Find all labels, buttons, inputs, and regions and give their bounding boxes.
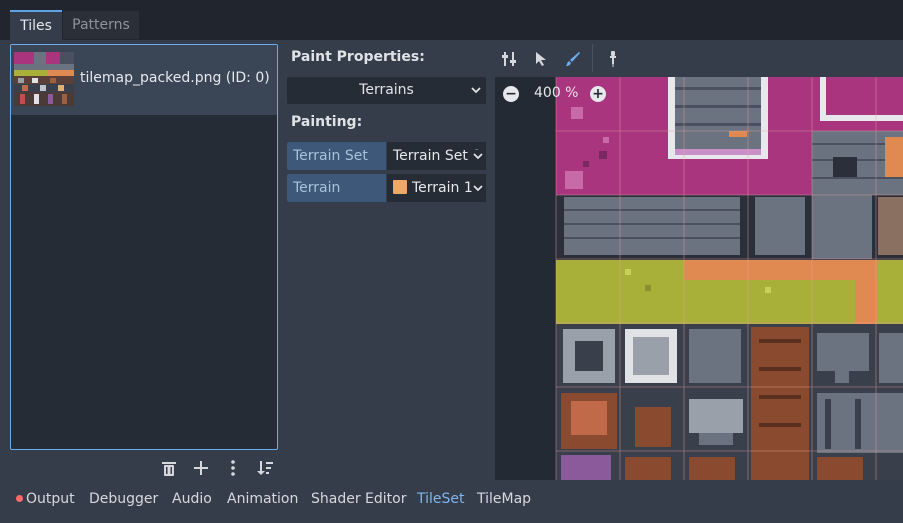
bottom-tab-tileset[interactable]: TileSet xyxy=(417,491,465,507)
tile-source-label: tilemap_packed.png (ID: 0) xyxy=(80,70,270,86)
bottom-tab-shader-editor[interactable]: Shader Editor xyxy=(311,491,406,507)
terrain-value: Terrain 1 xyxy=(412,180,473,196)
tab-tiles[interactable]: Tiles xyxy=(10,10,62,40)
tile-atlas-canvas[interactable] xyxy=(495,77,903,480)
terrain-color-swatch xyxy=(393,180,407,194)
chevron-down-icon xyxy=(472,182,484,198)
paint-brush-icon[interactable] xyxy=(562,48,584,70)
paint-mode-value: Terrains xyxy=(359,82,414,98)
chevron-down-icon xyxy=(472,150,484,166)
painting-heading: Painting: xyxy=(291,114,363,130)
tools-icon[interactable] xyxy=(498,48,520,70)
tileset-thumbnail-icon xyxy=(14,52,74,106)
add-icon[interactable] xyxy=(191,458,211,478)
terrain-label: Terrain xyxy=(287,174,386,202)
paint-mode-dropdown[interactable]: Terrains xyxy=(287,77,486,104)
bottom-tab-audio[interactable]: Audio xyxy=(172,491,212,507)
eyedropper-icon[interactable] xyxy=(602,48,624,70)
toolbar-separator xyxy=(592,44,593,72)
bottom-tab-debugger[interactable]: Debugger xyxy=(89,491,158,507)
tile-atlas-viewport[interactable] xyxy=(495,77,903,480)
bottom-tab-output[interactable]: Output xyxy=(26,491,75,507)
paint-properties-heading: Paint Properties: xyxy=(291,49,425,65)
zoom-in-icon[interactable]: + xyxy=(590,86,606,102)
terrain-set-label: Terrain Set xyxy=(287,142,386,170)
output-error-dot xyxy=(16,495,23,502)
terrain-set-value: Terrain Set 0 xyxy=(393,148,482,164)
bottom-tab-animation[interactable]: Animation xyxy=(227,491,298,507)
tab-patterns[interactable]: Patterns xyxy=(63,11,139,39)
zoom-out-icon[interactable]: − xyxy=(503,86,519,102)
select-arrow-icon[interactable] xyxy=(530,48,552,70)
kebab-menu-icon[interactable] xyxy=(223,458,243,478)
chevron-down-icon xyxy=(471,87,481,94)
zoom-level[interactable]: 400 % xyxy=(534,85,578,101)
trash-icon[interactable] xyxy=(159,458,179,478)
bottom-tab-tilemap[interactable]: TileMap xyxy=(477,491,531,507)
sort-icon[interactable] xyxy=(255,458,275,478)
